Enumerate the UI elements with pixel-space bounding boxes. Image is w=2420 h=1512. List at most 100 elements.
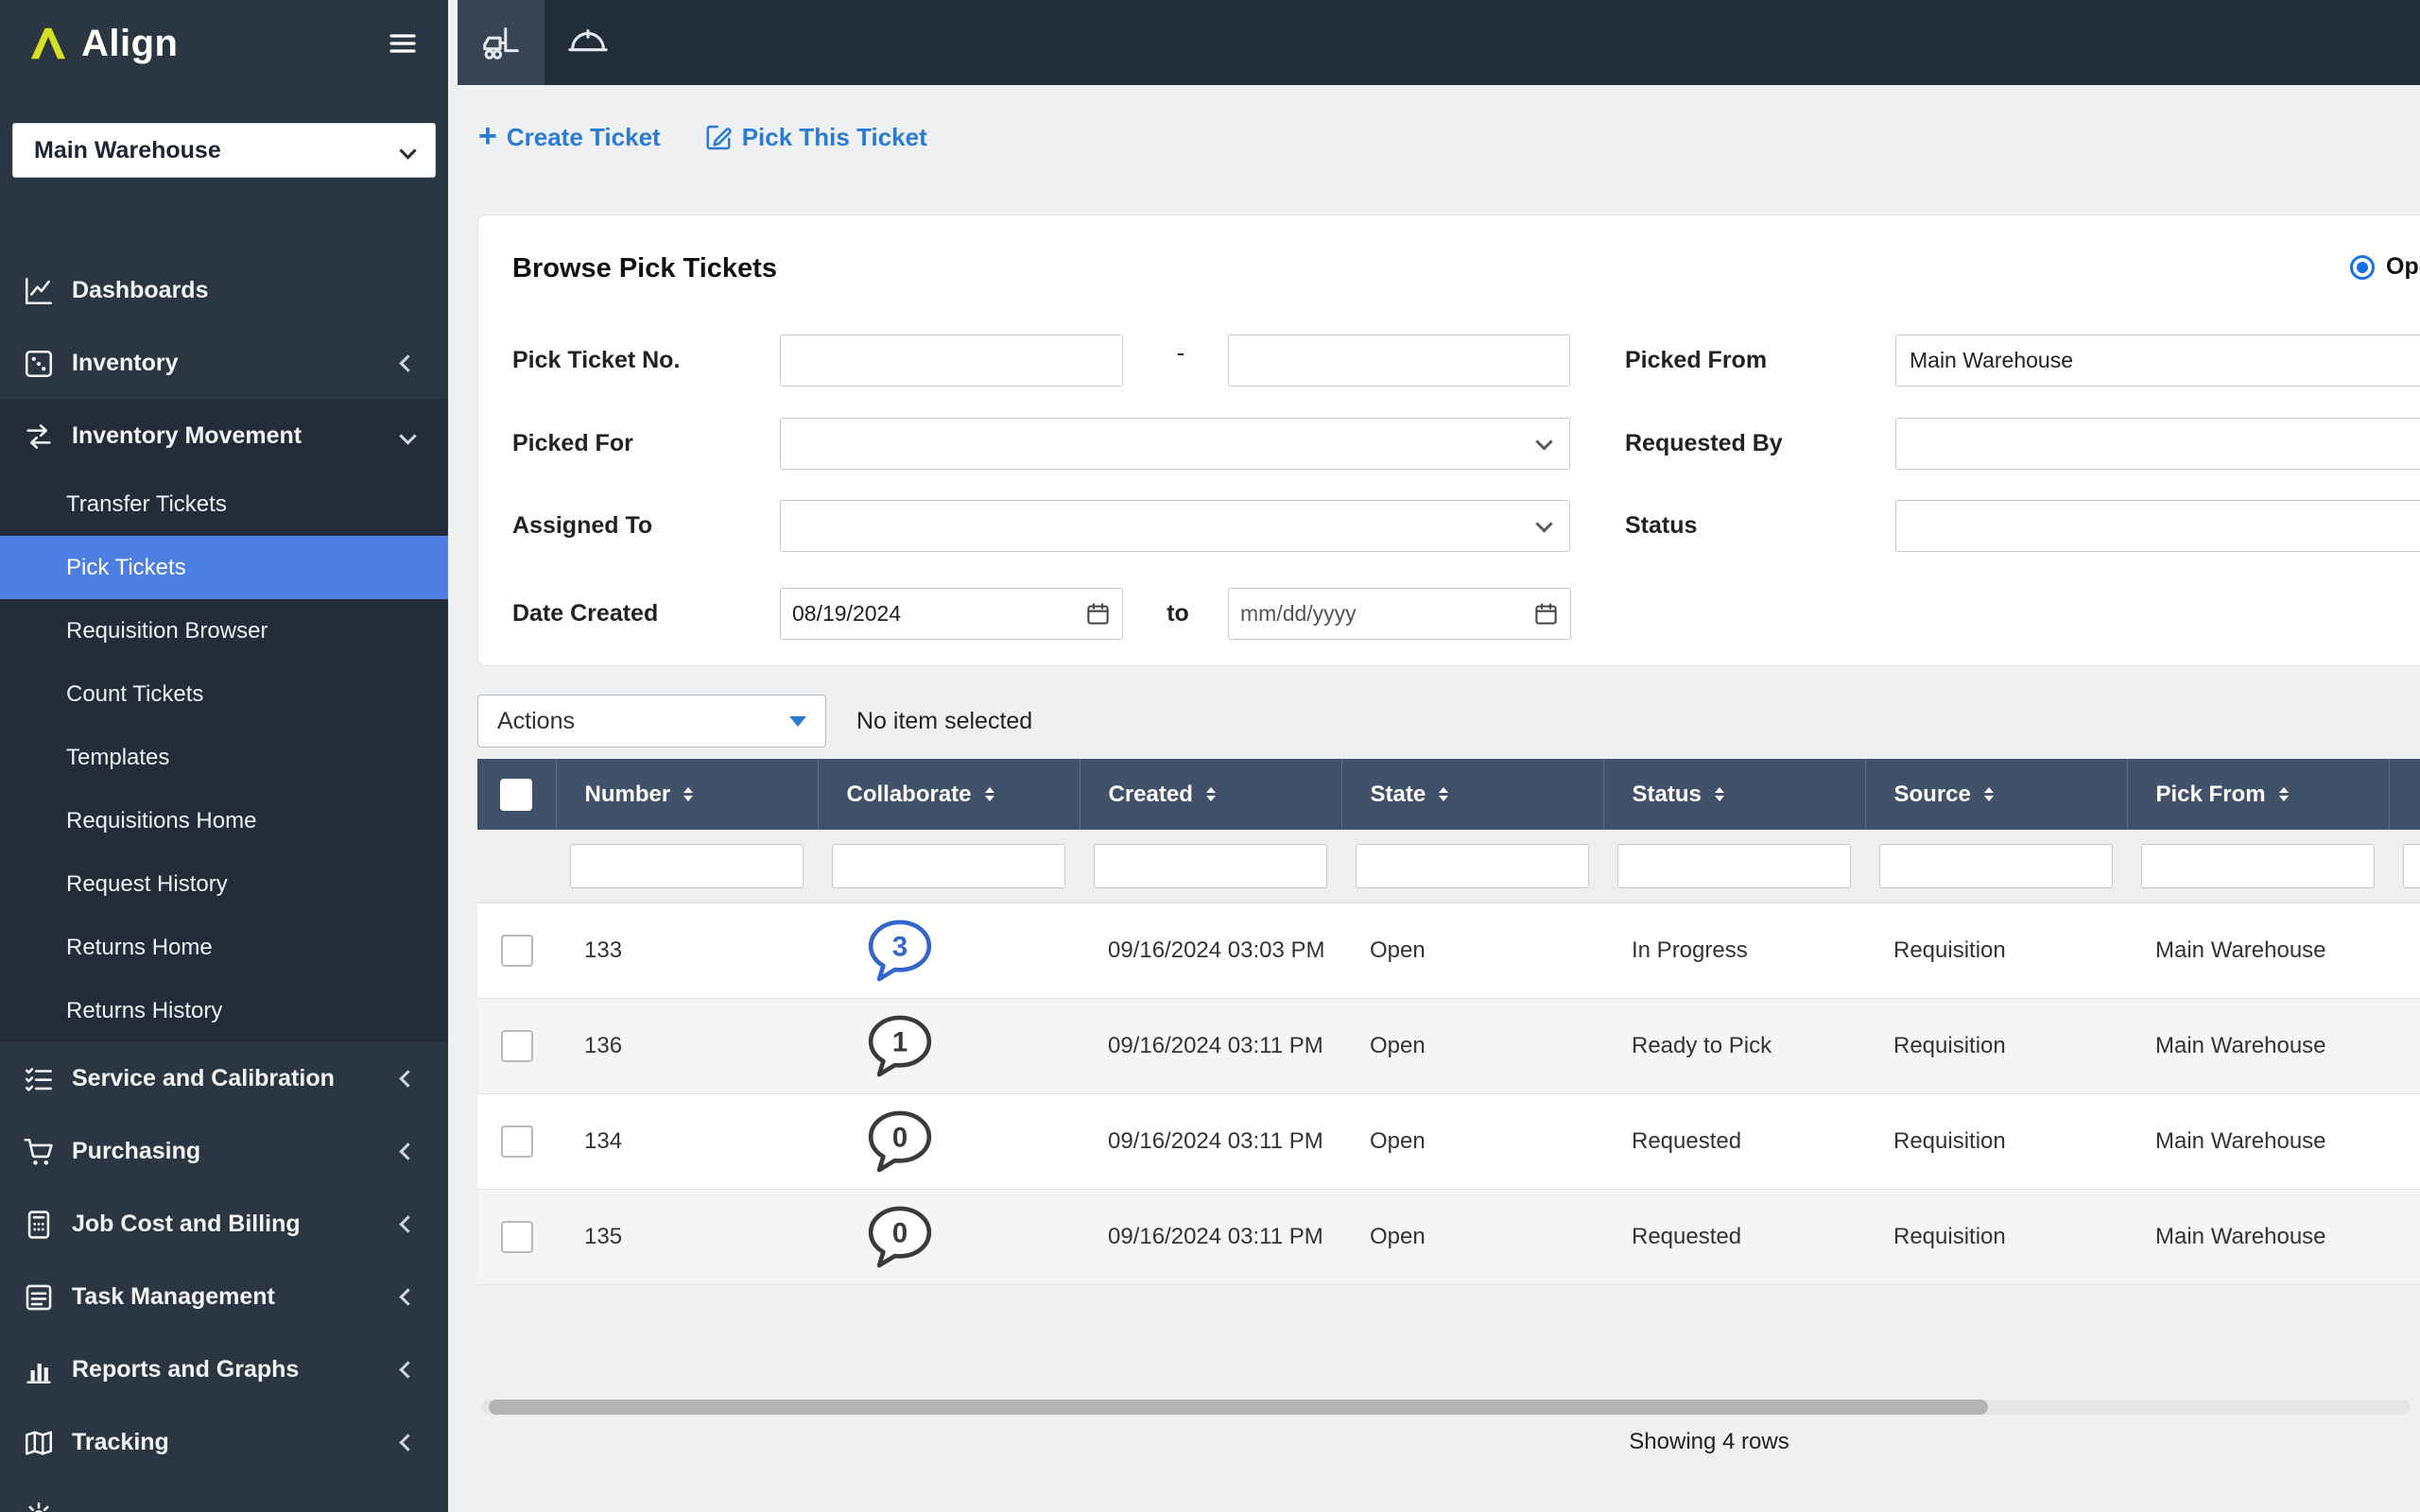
sidebar-item-inventory[interactable]: Inventory <box>0 327 448 400</box>
table-row: 136 1 09/16/2024 03:11 PM Open Ready to … <box>477 998 2420 1094</box>
panel-title: Browse Pick Tickets <box>512 253 777 284</box>
sort-icon[interactable] <box>683 787 694 801</box>
table-row: 134 0 09/16/2024 03:11 PM Open Requested… <box>477 1093 2420 1190</box>
date-from-input[interactable] <box>792 601 1078 627</box>
chevron-down-icon <box>1535 432 1553 451</box>
sidebar-item-job-cost-and-billing[interactable]: Job Cost and Billing <box>0 1188 448 1261</box>
sidebar-item-templates[interactable]: Templates <box>0 726 448 789</box>
pick-this-ticket-link[interactable]: Pick This Ticket <box>704 123 927 152</box>
sidebar-item-inventory-movement[interactable]: Inventory Movement <box>0 400 448 472</box>
tab-service[interactable] <box>544 0 631 85</box>
cell-pick-from: Main Warehouse <box>2127 1189 2389 1285</box>
pick-ticket-no-from-input[interactable] <box>780 335 1123 387</box>
comments-bubble-icon[interactable]: 0 <box>865 1107 935 1177</box>
chevron-down-icon <box>399 427 417 445</box>
horizontal-scrollbar[interactable] <box>481 1400 2411 1415</box>
filter-pick-from-input[interactable] <box>2141 843 2375 888</box>
filter-state-input[interactable] <box>1356 843 1589 888</box>
cell-collaborate: 0 <box>818 1189 1080 1285</box>
chevron-left-icon <box>399 1288 417 1306</box>
requested-by-label: Requested By <box>1625 430 1783 456</box>
calendar-icon[interactable] <box>1085 601 1111 627</box>
cell-pick-from: Main Warehouse <box>2127 1093 2389 1190</box>
sidebar-item-request-history[interactable]: Request History <box>0 852 448 916</box>
sort-icon[interactable] <box>1439 787 1449 801</box>
sidebar-item-service-and-calibration[interactable]: Service and Calibration <box>0 1042 448 1115</box>
open-radio[interactable]: Open <box>2350 253 2420 281</box>
filter-created-input[interactable] <box>1094 843 1327 888</box>
sidebar-item-returns-home[interactable]: Returns Home <box>0 916 448 979</box>
sidebar-item-pick-tickets[interactable]: Pick Tickets <box>0 536 448 599</box>
filter-cutoff-input[interactable] <box>2403 843 2420 888</box>
sort-icon[interactable] <box>984 787 994 801</box>
actions-dropdown[interactable]: Actions <box>477 695 826 747</box>
sidebar-item-count-tickets[interactable]: Count Tickets <box>0 662 448 726</box>
chevron-left-icon <box>399 1434 417 1452</box>
menu-icon[interactable] <box>384 25 422 62</box>
col-pick-from[interactable]: Pick From <box>2127 759 2390 830</box>
scrollbar-thumb[interactable] <box>489 1400 1988 1415</box>
sort-icon[interactable] <box>2278 787 2289 801</box>
svg-text:0: 0 <box>892 1217 908 1248</box>
row-checkbox[interactable] <box>500 934 533 967</box>
filter-collaborate-input[interactable] <box>832 843 1065 888</box>
caret-down-icon <box>789 715 806 727</box>
sidebar-item-partial[interactable] <box>0 1479 448 1512</box>
col-collaborate[interactable]: Collaborate <box>818 759 1080 830</box>
sidebar-item-dashboards[interactable]: Dashboards <box>0 254 448 327</box>
comments-bubble-icon[interactable]: 0 <box>865 1202 935 1272</box>
cell-source: Requisition <box>1865 998 2127 1094</box>
cell-status: In Progress <box>1603 902 1865 999</box>
picked-for-select[interactable] <box>780 418 1570 470</box>
col-source[interactable]: Source <box>1865 759 2128 830</box>
filter-status-input[interactable] <box>1617 843 1851 888</box>
date-from-field <box>780 588 1123 640</box>
sidebar-item-requisitions-home[interactable]: Requisitions Home <box>0 789 448 852</box>
calendar-icon[interactable] <box>1533 601 1559 627</box>
sort-icon[interactable] <box>1205 787 1216 801</box>
col-created[interactable]: Created <box>1080 759 1342 830</box>
comments-bubble-icon[interactable]: 1 <box>865 1011 935 1081</box>
filter-source-input[interactable] <box>1879 843 2113 888</box>
sidebar-item-requisition-browser[interactable]: Requisition Browser <box>0 599 448 662</box>
assigned-to-select[interactable] <box>780 500 1570 552</box>
requested-by-input[interactable] <box>1895 418 2420 470</box>
sidebar-item-task-management[interactable]: Task Management <box>0 1261 448 1333</box>
sidebar-item-tracking[interactable]: Tracking <box>0 1406 448 1479</box>
chevron-left-icon <box>399 1070 417 1088</box>
date-to-input[interactable] <box>1240 601 1526 627</box>
comments-bubble-icon[interactable]: 3 <box>865 916 935 986</box>
sidebar-item-transfer-tickets[interactable]: Transfer Tickets <box>0 472 448 536</box>
col-status[interactable]: Status <box>1603 759 1866 830</box>
picked-from-input[interactable] <box>1895 335 2420 387</box>
selection-status: No item selected <box>856 707 1033 734</box>
status-label: Status <box>1625 512 1698 539</box>
app-logo: Align <box>26 23 178 65</box>
col-state[interactable]: State <box>1341 759 1604 830</box>
job-cost-icon <box>27 1210 50 1239</box>
hardhat-icon <box>568 29 608 52</box>
sidebar-item-reports-and-graphs[interactable]: Reports and Graphs <box>0 1333 448 1406</box>
status-input[interactable] <box>1895 500 2420 552</box>
forklift-icon <box>483 27 519 60</box>
select-all-checkbox[interactable] <box>500 778 533 811</box>
chevron-left-icon <box>399 1361 417 1379</box>
sort-icon[interactable] <box>1714 787 1724 801</box>
sidebar-item-returns-history[interactable]: Returns History <box>0 979 448 1042</box>
col-number[interactable]: Number <box>556 759 819 830</box>
filter-number-input[interactable] <box>570 843 804 888</box>
svg-text:3: 3 <box>892 931 908 962</box>
cell-created: 09/16/2024 03:11 PM <box>1080 1093 1341 1190</box>
picked-from-label: Picked From <box>1625 347 1768 373</box>
sidebar-item-purchasing[interactable]: Purchasing <box>0 1115 448 1188</box>
pick-ticket-no-to-input[interactable] <box>1228 335 1570 387</box>
tab-pick-tickets[interactable] <box>458 0 544 85</box>
cell-state: Open <box>1341 1189 1603 1285</box>
row-checkbox[interactable] <box>500 1029 533 1062</box>
cell-status: Ready to Pick <box>1603 998 1865 1094</box>
sort-icon[interactable] <box>1983 787 1994 801</box>
warehouse-selector[interactable]: Main Warehouse <box>12 123 436 178</box>
create-ticket-link[interactable]: + Create Ticket <box>478 120 661 152</box>
row-checkbox[interactable] <box>500 1125 533 1158</box>
row-checkbox[interactable] <box>500 1220 533 1253</box>
